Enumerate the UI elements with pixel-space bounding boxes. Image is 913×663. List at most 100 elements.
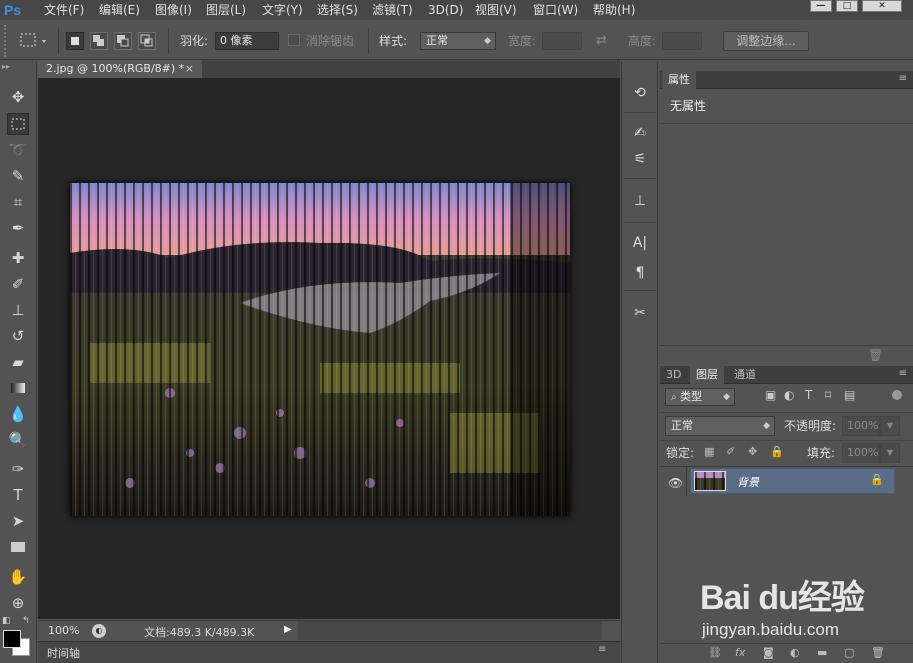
type-tool-icon[interactable]: T — [7, 484, 29, 506]
menu-select[interactable]: 选择(S) — [317, 0, 358, 20]
paragraph-panel-icon[interactable]: ¶ — [629, 262, 651, 284]
opacity-input[interactable]: 100% — [842, 416, 880, 436]
quick-select-tool-icon[interactable]: ✎ — [7, 165, 29, 187]
menu-layer[interactable]: 图层(L) — [206, 0, 246, 20]
add-selection-icon[interactable] — [90, 32, 108, 50]
subtract-selection-icon[interactable] — [114, 32, 132, 50]
menu-help[interactable]: 帮助(H) — [593, 0, 635, 20]
tab-properties[interactable]: 属性 — [662, 71, 696, 89]
trash-icon[interactable]: 🗑 — [868, 348, 883, 362]
dodge-tool-icon[interactable]: 🔍 — [7, 429, 29, 451]
delete-layer-icon[interactable]: 🗑 — [871, 646, 885, 659]
menu-view[interactable]: 视图(V) — [475, 0, 517, 20]
healing-brush-icon[interactable]: ✚ — [7, 247, 29, 269]
foreground-color-swatch[interactable] — [3, 630, 21, 648]
refine-edge-button[interactable]: 调整边缘... — [723, 31, 809, 51]
eraser-tool-icon[interactable]: ▰ — [7, 351, 29, 373]
document-tab[interactable]: 2.jpg @ 100%(RGB/8#) * × — [38, 60, 202, 78]
hand-tool-icon[interactable]: ✋ — [7, 566, 29, 588]
close-tab-icon[interactable]: × — [185, 60, 194, 78]
history-brush-icon[interactable]: ↺ — [7, 325, 29, 347]
brush-tool-icon[interactable]: ✐ — [7, 273, 29, 295]
brush-panel-icon[interactable]: ⚟ — [629, 148, 651, 170]
maximize-button[interactable]: □ — [836, 0, 858, 12]
adjustment-filter-icon[interactable]: ◐ — [784, 388, 794, 402]
status-menu-arrow-icon[interactable]: ▶ — [284, 624, 292, 635]
new-layer-icon[interactable]: ▢ — [844, 646, 854, 659]
history-icon[interactable]: ⟲ — [629, 82, 651, 104]
shape-filter-icon[interactable]: ⌑ — [825, 388, 831, 402]
menu-window[interactable]: 窗口(W) — [533, 0, 578, 20]
tool-presets-icon[interactable]: ✂ — [629, 302, 651, 324]
filter-kind-select[interactable]: ⌕ 类型 ◆ — [665, 388, 735, 406]
layer-row[interactable]: 背景 🔒 — [690, 468, 895, 494]
collapse-icon[interactable]: ▸▸ — [2, 62, 10, 71]
lock-transparent-icon[interactable]: ▦ — [704, 445, 714, 458]
gradient-tool-icon[interactable] — [7, 377, 29, 399]
close-button[interactable]: ✕ — [862, 0, 902, 12]
character-panel-icon[interactable]: A| — [629, 232, 651, 254]
zoom-level[interactable]: 100% — [48, 624, 79, 637]
menu-type[interactable]: 文字(Y) — [262, 0, 303, 20]
swap-icon[interactable]: ⇄ — [596, 33, 607, 48]
path-select-icon[interactable]: ➤ — [7, 510, 29, 532]
smart-object-filter-icon[interactable]: ▤ — [844, 388, 855, 402]
swap-colors-icon[interactable]: ↰ — [22, 616, 30, 626]
clone-source-icon[interactable]: ⊥ — [629, 190, 651, 212]
rectangle-tool-icon[interactable] — [7, 536, 29, 558]
blur-tool-icon[interactable]: 💧 — [7, 403, 29, 425]
opacity-dropdown-icon[interactable]: ▼ — [880, 416, 900, 436]
zoom-tool-icon[interactable]: ⊕ — [7, 592, 29, 614]
new-group-icon[interactable]: ▬ — [817, 646, 827, 659]
height-input[interactable] — [662, 32, 702, 50]
new-selection-icon[interactable] — [66, 32, 84, 50]
move-tool-icon[interactable]: ✥ — [7, 86, 29, 108]
crop-tool-icon[interactable]: ⌗ — [7, 191, 29, 213]
lock-all-icon[interactable]: 🔒 — [770, 445, 784, 458]
pixel-filter-icon[interactable]: ▣ — [765, 388, 776, 402]
feather-input[interactable]: 0 像素 — [215, 32, 279, 50]
antialias-checkbox[interactable] — [288, 34, 300, 46]
canvas-area[interactable] — [38, 78, 653, 619]
menu-image[interactable]: 图像(I) — [155, 0, 192, 20]
document-image[interactable] — [70, 183, 570, 516]
tab-layers[interactable]: 图层 — [690, 366, 724, 384]
visibility-eye-icon[interactable]: 👁 — [668, 476, 683, 490]
tab-channels[interactable]: 通道 — [728, 366, 762, 384]
menu-file[interactable]: 文件(F) — [44, 0, 84, 20]
tab-3d[interactable]: 3D — [660, 366, 687, 384]
stamp-tool-icon[interactable]: ⊥ — [7, 299, 29, 321]
type-filter-icon[interactable]: T — [805, 388, 812, 402]
lasso-tool-icon[interactable]: ➰ — [7, 139, 29, 161]
layer-name[interactable]: 背景 — [737, 474, 759, 490]
marquee-tool-icon[interactable] — [7, 113, 29, 135]
menu-edit[interactable]: 编辑(E) — [99, 0, 140, 20]
blend-mode-select[interactable]: 正常 ◆ — [665, 416, 775, 436]
fill-input[interactable]: 100% — [842, 443, 880, 463]
eyedropper-tool-icon[interactable]: ✒ — [7, 217, 29, 239]
horizontal-scrollbar[interactable] — [298, 621, 602, 640]
minimize-button[interactable]: — — [810, 0, 832, 12]
width-input[interactable] — [542, 32, 582, 50]
default-colors-icon[interactable]: ◧ — [2, 616, 11, 626]
menu-filter[interactable]: 滤镜(T) — [372, 0, 413, 20]
style-select[interactable]: 正常 ◆ — [420, 32, 496, 50]
lock-position-icon[interactable]: ✥ — [748, 445, 757, 458]
panel-menu-icon[interactable]: ≡ — [899, 368, 907, 379]
panel-menu-icon[interactable]: ≡ — [598, 644, 606, 655]
status-icon[interactable]: ◐ — [92, 624, 106, 638]
menu-3d[interactable]: 3D(D) — [428, 0, 463, 20]
intersect-selection-icon[interactable] — [138, 32, 156, 50]
add-mask-icon[interactable]: ◙ — [763, 646, 774, 659]
fx-icon[interactable]: fx — [735, 646, 745, 659]
lock-pixels-icon[interactable]: ✐ — [726, 445, 735, 458]
timeline-tab[interactable]: 时间轴 — [47, 645, 80, 661]
pen-tool-icon[interactable]: ✑ — [7, 458, 29, 480]
adjustment-layer-icon[interactable]: ◐ — [790, 646, 800, 659]
panel-menu-icon[interactable]: ≡ — [899, 73, 907, 84]
rect-marquee-preset-icon[interactable] — [20, 32, 50, 50]
link-layers-icon[interactable]: ⛓ — [708, 646, 722, 659]
fill-dropdown-icon[interactable]: ▼ — [880, 443, 900, 463]
brush-presets-icon[interactable]: ✍ — [629, 122, 651, 144]
filter-toggle-icon[interactable] — [892, 390, 902, 400]
